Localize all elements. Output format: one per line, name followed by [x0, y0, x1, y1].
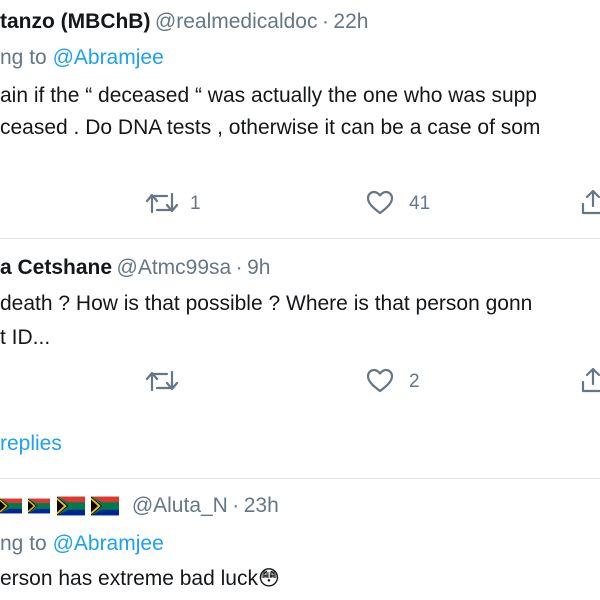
retweet-icon	[145, 370, 179, 392]
show-replies-link[interactable]: replies	[0, 432, 62, 456]
tweet-text-line-2: ceased . Do DNA tests , otherwise it can…	[0, 116, 541, 139]
replying-to-label: ng to	[0, 532, 47, 555]
tweet-text-line-1: erson has extreme bad luck😳	[0, 566, 280, 591]
tweet-text-line-2: t ID...	[0, 326, 51, 349]
share-button[interactable]	[580, 366, 600, 394]
like-button[interactable]	[366, 190, 394, 216]
heart-icon	[366, 190, 394, 215]
display-name[interactable]: tanzo (MBChB)	[0, 10, 150, 33]
replying-to-handle[interactable]: @Abramjee	[53, 46, 164, 69]
display-name[interactable]: a Cetshane	[0, 256, 112, 279]
timestamp[interactable]: 22h	[333, 10, 368, 33]
tweet-2-header: a Cetshane @Atmc99sa · 9h	[0, 256, 270, 280]
user-handle[interactable]: @Aluta_N	[132, 494, 228, 517]
share-button[interactable]	[580, 188, 600, 216]
tweet-3-header: @Aluta_N · 23h	[0, 494, 279, 522]
replying-to-handle[interactable]: @Abramjee	[53, 532, 164, 555]
flag-icon	[28, 498, 51, 514]
display-name-flags[interactable]	[0, 496, 121, 516]
separator-dot: ·	[321, 10, 329, 33]
share-icon	[581, 189, 600, 215]
flag-icon	[0, 498, 22, 514]
separator-dot: ·	[235, 256, 243, 279]
retweet-icon	[145, 192, 179, 214]
like-count: 2	[409, 371, 420, 392]
user-handle[interactable]: @realmedicaldoc	[155, 10, 318, 33]
replying-to-line: ng to @Abramjee	[0, 532, 164, 556]
tweet-text: erson has extreme bad luck	[0, 567, 258, 590]
replying-to-line: ng to @Abramjee	[0, 46, 164, 70]
tweet-text-line-1: ain if the “ deceased “ was actually the…	[0, 84, 537, 107]
flag-icon	[56, 496, 85, 516]
flag-icon	[91, 496, 120, 516]
heart-icon	[366, 368, 394, 393]
flushed-face-emoji: 😳	[257, 567, 280, 590]
separator-dot: ·	[232, 494, 240, 517]
user-handle[interactable]: @Atmc99sa	[117, 256, 232, 279]
like-count: 41	[409, 193, 431, 214]
retweet-count: 1	[190, 193, 201, 214]
retweet-button[interactable]	[145, 190, 179, 216]
retweet-button[interactable]	[145, 368, 179, 394]
timestamp[interactable]: 23h	[244, 494, 279, 517]
tweet-1-header: tanzo (MBChB) @realmedicaldoc · 22h	[0, 10, 368, 34]
divider	[0, 238, 600, 239]
replying-to-label: ng to	[0, 46, 47, 69]
divider	[0, 478, 600, 479]
like-button[interactable]	[366, 368, 394, 394]
timestamp[interactable]: 9h	[247, 256, 270, 279]
tweet-text-line-1: death ? How is that possible ? Where is …	[0, 292, 533, 315]
share-icon	[581, 367, 600, 393]
